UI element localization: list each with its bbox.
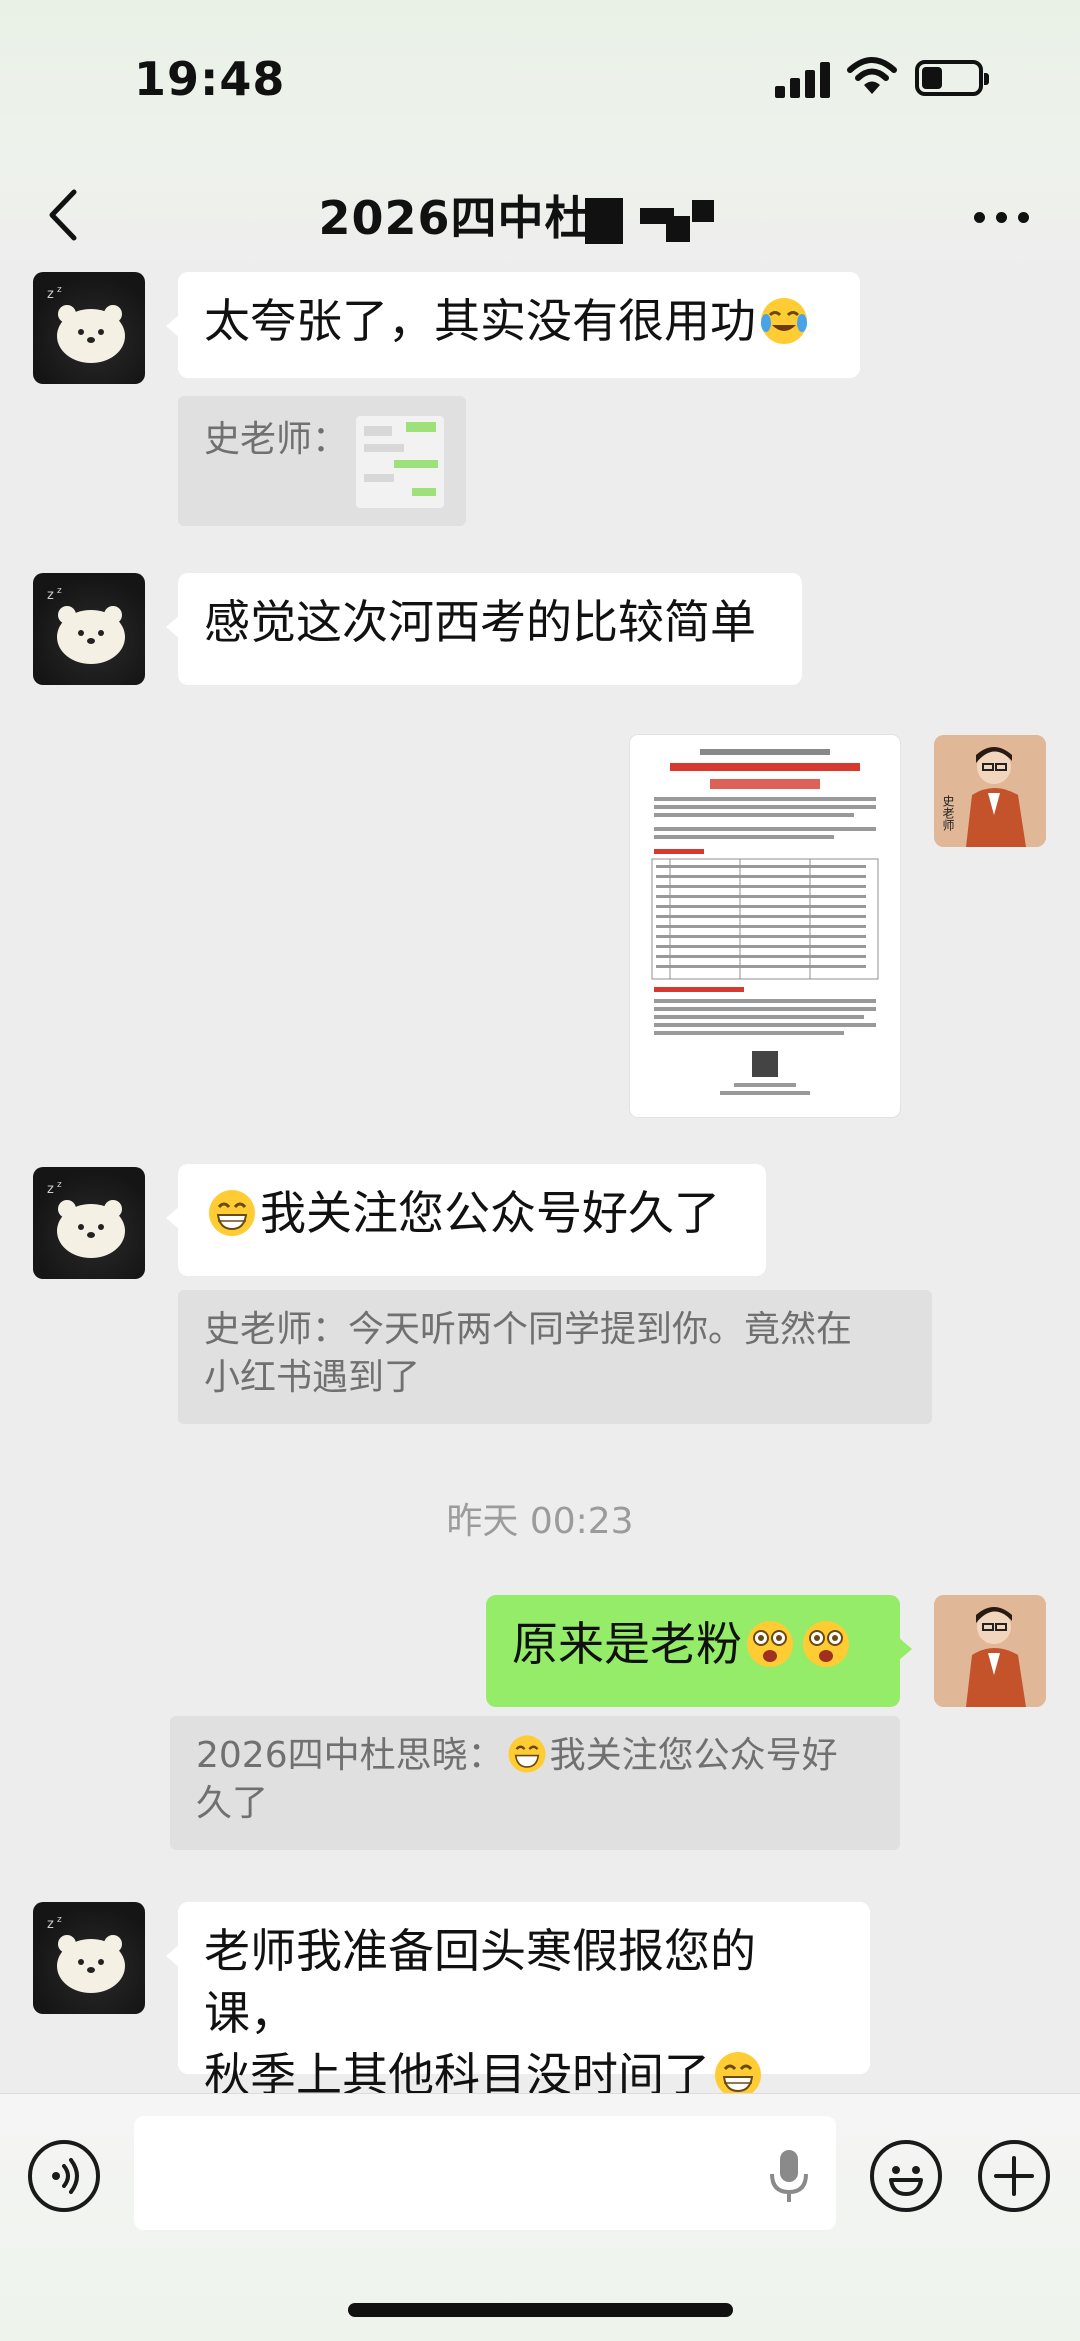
redaction-block: [666, 216, 690, 242]
contact-avatar[interactable]: z z: [33, 272, 145, 384]
battery-icon: [915, 60, 989, 96]
status-bar: 19:48: [0, 0, 1080, 160]
battery-level: [922, 67, 942, 89]
voice-wave-icon: [52, 2158, 79, 2194]
message-bubble[interactable]: 我关注您公众号好久了: [166, 1164, 766, 1276]
chat-title: 2026四中杜: [318, 191, 592, 245]
more-options-button[interactable]: [972, 190, 1032, 240]
cry-laugh-emoji-icon: [758, 295, 810, 347]
quoted-reply[interactable]: 史老师：今天听两个同学提到你。竟然在 小红书遇到了: [178, 1290, 932, 1424]
status-time: 19:48: [134, 52, 286, 106]
wow-emoji-icon: [744, 1618, 796, 1670]
contact-avatar[interactable]: z z: [33, 573, 145, 685]
svg-text:z: z: [57, 1180, 62, 1190]
contact-avatar[interactable]: z z: [33, 1902, 145, 2014]
message-bubble[interactable]: 老师我准备回头寒假报您的课， 秋季上其他科目没时间了: [166, 1902, 870, 2093]
message-bubble[interactable]: 太夸张了，其实没有很用功: [166, 272, 860, 378]
nav-bar: 2026四中杜: [0, 160, 1080, 270]
message-bubble[interactable]: 感觉这次河西考的比较简单: [166, 573, 802, 685]
redaction-block: [692, 200, 714, 222]
svg-text:z: z: [57, 586, 62, 596]
my-avatar[interactable]: [934, 1595, 1046, 1707]
teacher-avatar-label: 史老师: [941, 795, 955, 831]
smiley-icon: [889, 2166, 923, 2196]
emoji-button[interactable]: [870, 2140, 942, 2212]
home-indicator[interactable]: [348, 2303, 733, 2317]
redaction-block: [585, 198, 623, 244]
svg-text:z: z: [47, 1917, 54, 1932]
grin-emoji-icon: [712, 2049, 764, 2093]
quoted-screenshot-thumbnail[interactable]: [356, 416, 444, 508]
chat-messages[interactable]: z z 太夸张了，其实没有很用功 史老师： z z 感觉这次河西考的比较简单 史…: [0, 270, 1080, 2093]
document-image[interactable]: [630, 735, 900, 1117]
teacher-avatar-icon: 史老师: [934, 735, 1046, 847]
more-actions-button[interactable]: [978, 2140, 1050, 2212]
more-dot-icon: [996, 212, 1007, 223]
bear-avatar-icon: z z: [47, 1180, 125, 1258]
contact-avatar[interactable]: z z: [33, 1167, 145, 1279]
more-dot-icon: [974, 212, 985, 223]
bear-avatar-icon: z z: [47, 586, 125, 664]
svg-text:z: z: [47, 588, 54, 603]
my-message-bubble[interactable]: 原来是老粉: [486, 1595, 912, 1707]
wifi-icon: [846, 56, 898, 98]
grin-emoji-icon: [506, 1733, 548, 1775]
svg-text:z: z: [47, 1182, 54, 1197]
wow-emoji-icon: [800, 1618, 852, 1670]
voice-mode-button[interactable]: [28, 2140, 100, 2212]
teacher-avatar-icon: [934, 1595, 1046, 1707]
plus-icon: [994, 2156, 1034, 2196]
microphone-icon[interactable]: [764, 2146, 814, 2206]
message-input[interactable]: [134, 2116, 836, 2230]
cellular-signal-icon: [775, 62, 833, 98]
svg-text:z: z: [57, 1915, 62, 1925]
svg-text:z: z: [57, 285, 62, 295]
more-dot-icon: [1018, 212, 1029, 223]
my-avatar[interactable]: 史老师: [934, 735, 1046, 847]
quoted-reply[interactable]: 2026四中杜思晓： 我关注您公众号好 久了: [170, 1716, 900, 1850]
bear-avatar-icon: z z: [47, 285, 125, 363]
grin-emoji-icon: [206, 1187, 258, 1239]
bear-avatar-icon: z z: [47, 1915, 125, 1993]
svg-text:z: z: [47, 287, 54, 302]
message-timestamp: 昨天 00:23: [446, 1501, 634, 1542]
